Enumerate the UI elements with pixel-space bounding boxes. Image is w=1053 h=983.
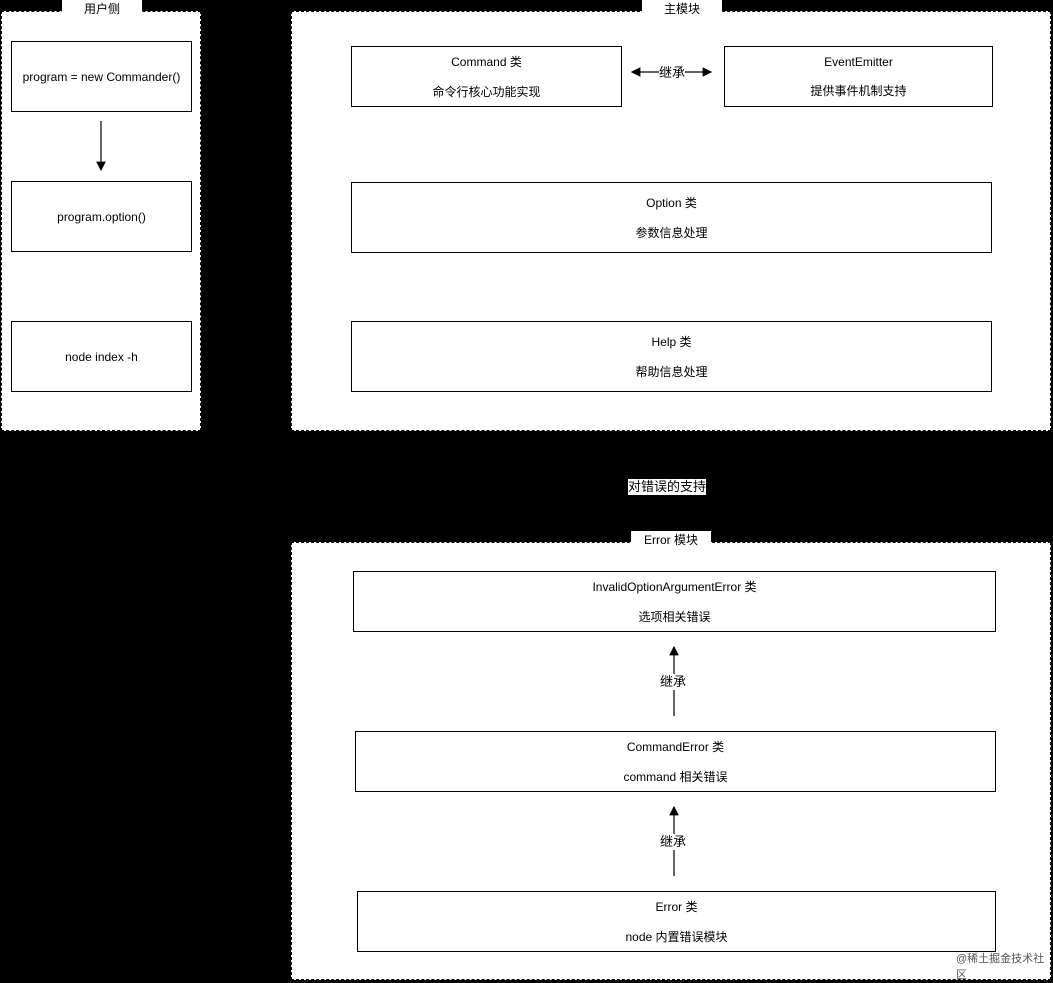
error-support-label: 对错误的支持 <box>628 479 707 495</box>
inherit-label-mid: 继承 <box>660 674 687 690</box>
inherit-label-bottom: 继承 <box>660 834 687 850</box>
inherit-label-top: 继承 <box>659 65 686 81</box>
diagram-canvas: 用户侧 主模块 Error 模块 program = new Commander… <box>0 0 1053 983</box>
watermark: @稀土掘金技术社区 <box>956 953 1045 981</box>
connector-layer <box>96 67 713 876</box>
